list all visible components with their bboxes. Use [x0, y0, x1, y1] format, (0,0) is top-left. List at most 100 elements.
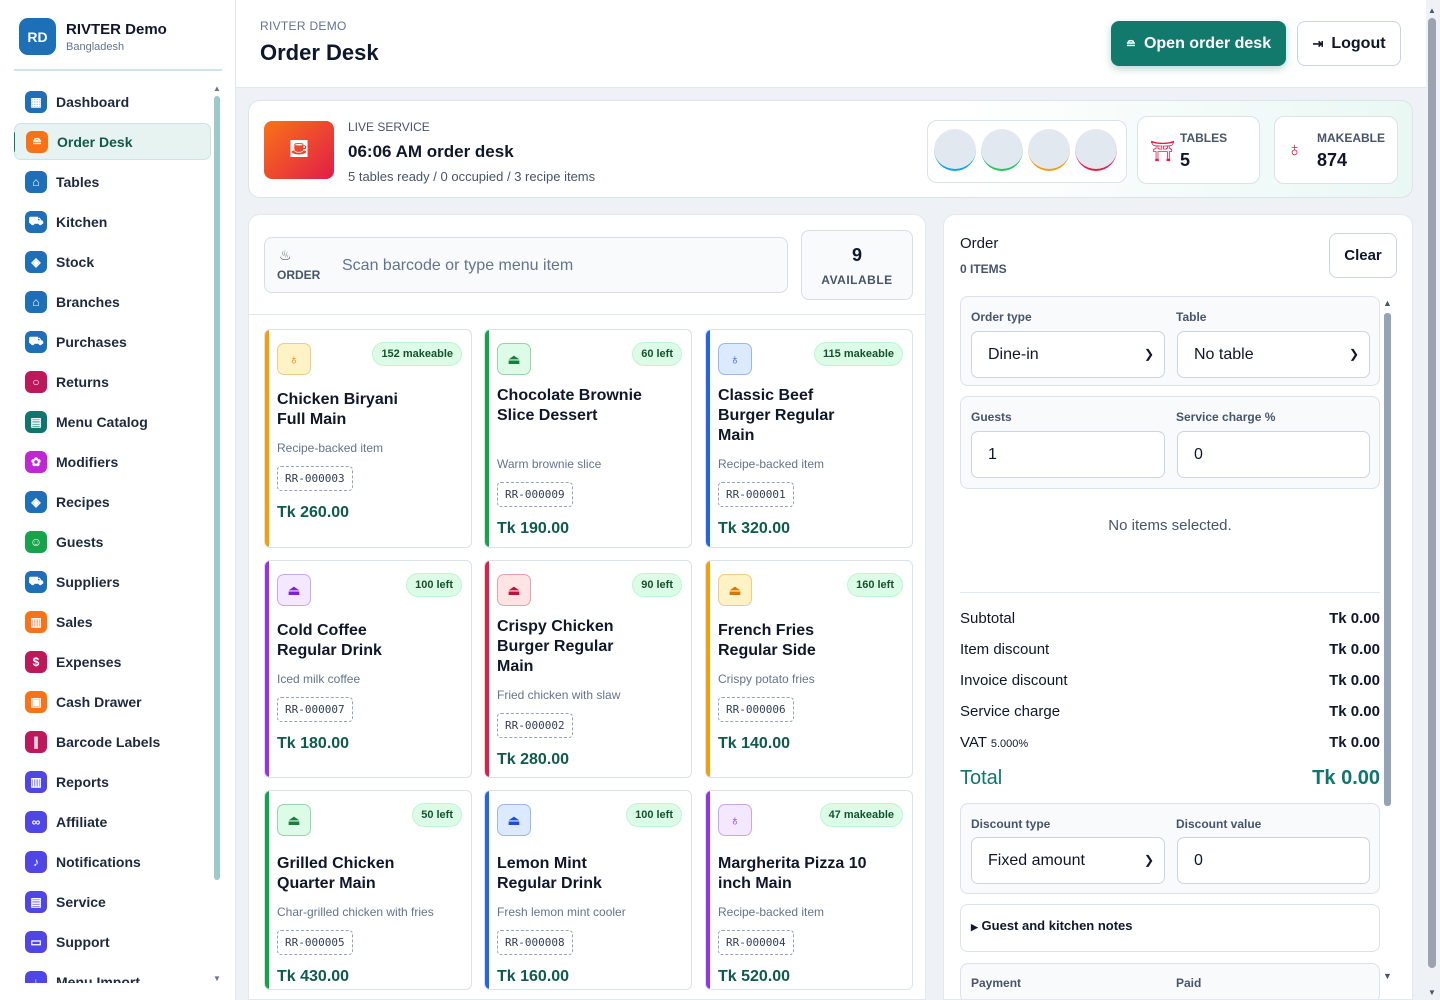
menu-item-name: Classic Beef Burger Regular Main — [718, 387, 835, 444]
scroll-up-icon[interactable]: ▲ — [213, 84, 221, 93]
menu-item-code: RR-000004 — [718, 930, 794, 955]
sidebar-item-order-desk[interactable]: ≘ Order Desk — [14, 123, 211, 160]
sidebar-item-menu-import[interactable]: ↓ Menu Import — [14, 963, 211, 983]
sidebar-item-expenses[interactable]: $ Expenses — [14, 643, 211, 680]
total-row-label: Invoice discount — [960, 672, 1068, 689]
sidebar-item-cash-drawer[interactable]: ▣ Cash Drawer — [14, 683, 211, 720]
menu-item-card[interactable]: ♁ 115 makeable Classic Beef Burger Regular… — [705, 329, 913, 548]
guest-notes-toggle[interactable]: ▶ Guest and kitchen notes — [960, 904, 1380, 952]
menu-item-card[interactable]: ⏏ 60 left Chocolate Brownie Slice Dessert W… — [484, 329, 692, 548]
sidebar-item-stock[interactable]: ◈ Stock — [14, 243, 211, 280]
sidebar-item-label: Support — [56, 933, 110, 950]
sidebar-item-modifiers[interactable]: ✿ Modifiers — [14, 443, 211, 480]
sidebar-item-support[interactable]: ▭ Support — [14, 923, 211, 960]
order-scrollbar[interactable] — [1384, 313, 1391, 806]
total-row-value: Tk 0.00 — [1329, 610, 1380, 627]
sidebar-item-guests[interactable]: ☺ Guests — [14, 523, 211, 560]
table-select[interactable]: No table ❯ — [1177, 331, 1370, 378]
menu-item-description: Crispy potato fries — [718, 672, 815, 686]
sidebar-item-menu-catalog[interactable]: ▤ Menu Catalog — [14, 403, 211, 440]
empty-order-text: No items selected. — [1108, 517, 1232, 534]
order-title: Order — [960, 235, 999, 252]
clear-button[interactable]: Clear — [1329, 233, 1397, 278]
makeable-stat-label: MAKEABLE — [1317, 131, 1385, 145]
menu-item-card[interactable]: ⏏ 160 left French Fries Regular Side Crispy… — [705, 560, 913, 778]
menu-item-card[interactable]: ⏏ 50 left Grilled Chicken Quarter Main Char… — [264, 790, 472, 990]
search-placeholder: Scan barcode or type menu item — [342, 257, 574, 274]
brand[interactable]: RD RIVTER Demo Bangladesh — [19, 18, 167, 55]
sidebar-item-label: Modifiers — [56, 453, 119, 470]
sidebar-item-recipes[interactable]: ◈ Recipes — [14, 483, 211, 520]
menu-item-card[interactable]: ⏏ 90 left Crispy Chicken Burger Regular Ma… — [484, 560, 692, 778]
card-accent — [265, 561, 269, 777]
scroll-up-icon[interactable]: ▲ — [1428, 6, 1436, 15]
card-accent — [706, 330, 710, 547]
menu-item-card[interactable]: ⏏ 100 left Cold Coffee Regular Drink Iced m… — [264, 560, 472, 778]
menu-item-card[interactable]: ⏏ 100 left Lemon Mint Regular Drink Fresh l… — [484, 790, 692, 990]
payment-label: Payment — [971, 976, 1022, 990]
open-order-desk-button[interactable]: ≘ Open order desk — [1111, 21, 1286, 66]
service-charge-input[interactable]: 0 — [1177, 431, 1370, 478]
card-accent — [265, 791, 269, 989]
staff-avatars — [927, 120, 1127, 183]
menu-item-code: RR-000008 — [497, 930, 573, 955]
discount-value-input[interactable]: 0 — [1177, 837, 1370, 884]
caret-right-icon: ▶ — [971, 922, 978, 932]
vat-rate: 5.000% — [990, 738, 1029, 750]
total-row-subtotal: Subtotal Tk 0.00 — [960, 610, 1380, 627]
staff-avatar[interactable] — [1028, 129, 1070, 171]
sidebar-item-purchases[interactable]: ⛟ Purchases — [14, 323, 211, 360]
sidebar-item-kitchen[interactable]: ⛟ Kitchen — [14, 203, 211, 240]
sidebar-item-notifications[interactable]: ♪ Notifications — [14, 843, 211, 880]
flame-icon: ♨ — [279, 247, 292, 263]
discount-type-select[interactable]: Fixed amount ❯ — [971, 837, 1165, 884]
staff-avatar[interactable] — [1075, 129, 1117, 171]
menu-item-card[interactable]: ♁ 47 makeable Margherita Pizza 10 inch Mai… — [705, 790, 913, 990]
sidebar-item-tables[interactable]: ⌂ Tables — [14, 163, 211, 200]
stock-badge: 160 left — [847, 573, 903, 597]
sidebar-item-barcode-labels[interactable]: ∥ Barcode Labels — [14, 723, 211, 760]
sidebar-item-label: Suppliers — [56, 573, 120, 590]
logout-button[interactable]: ⇥ Logout — [1297, 21, 1401, 66]
scroll-down-icon[interactable]: ▼ — [213, 974, 221, 983]
scroll-down-icon[interactable]: ▼ — [1383, 971, 1392, 981]
scroll-down-icon[interactable]: ▼ — [1428, 988, 1436, 997]
sidebar-item-branches[interactable]: ⌂ Branches — [14, 283, 211, 320]
search-input[interactable]: ♨ ORDER Scan barcode or type menu item — [264, 237, 788, 293]
menu-item-icon: ⏏ — [497, 804, 531, 836]
sidebar-item-returns[interactable]: ○ Returns — [14, 363, 211, 400]
stock-badge: 50 left — [412, 803, 462, 827]
menu-catalog-icon: ▤ — [25, 410, 47, 433]
page-scrollbar[interactable] — [1428, 18, 1436, 968]
order-type-select[interactable]: Dine-in ❯ — [971, 331, 1165, 378]
sidebar-item-reports[interactable]: ▥ Reports — [14, 763, 211, 800]
order-desk-icon: ≘ — [1125, 36, 1136, 51]
sidebar-scrollbar[interactable] — [214, 96, 220, 880]
guests-input[interactable]: 1 — [971, 431, 1165, 478]
tables-stat: ⛩ TABLES 5 — [1137, 116, 1260, 184]
bell-icon: ♪ — [25, 850, 47, 873]
sidebar-item-suppliers[interactable]: ⛟ Suppliers — [14, 563, 211, 600]
menu-item-code: RR-000006 — [718, 697, 794, 722]
sidebar-item-dashboard[interactable]: ▦ Dashboard — [14, 83, 211, 120]
menu-item-name: Lemon Mint Regular Drink — [497, 855, 602, 892]
sidebar-item-affiliate[interactable]: ∞ Affiliate — [14, 803, 211, 840]
scroll-up-icon[interactable]: ▲ — [1383, 298, 1392, 308]
menu-item-card[interactable]: ♁ 152 makeable Chicken Biryani Full Main Re… — [264, 329, 472, 548]
order-icon: ≘ — [26, 130, 48, 153]
sidebar-item-sales[interactable]: ▥ Sales — [14, 603, 211, 640]
service-bell-icon: ⛾ — [264, 121, 334, 179]
menu-item-description: Char-grilled chicken with fries — [277, 905, 434, 919]
table-value: No table — [1194, 345, 1254, 363]
sidebar-item-service[interactable]: ▤ Service — [14, 883, 211, 920]
discount-section: Discount type Discount value Fixed amoun… — [960, 803, 1380, 894]
menu-item-icon: ⏏ — [497, 343, 531, 375]
service-icon: ▤ — [25, 890, 47, 913]
menu-item-code: RR-000007 — [277, 697, 353, 722]
menu-item-code: RR-000005 — [277, 930, 353, 955]
menu-item-description: Warm brownie slice — [497, 457, 602, 471]
discount-value-label: Discount value — [1176, 817, 1262, 831]
staff-avatar[interactable] — [934, 129, 976, 171]
staff-avatar[interactable] — [981, 129, 1023, 171]
cash-drawer-icon: ▣ — [25, 690, 47, 713]
